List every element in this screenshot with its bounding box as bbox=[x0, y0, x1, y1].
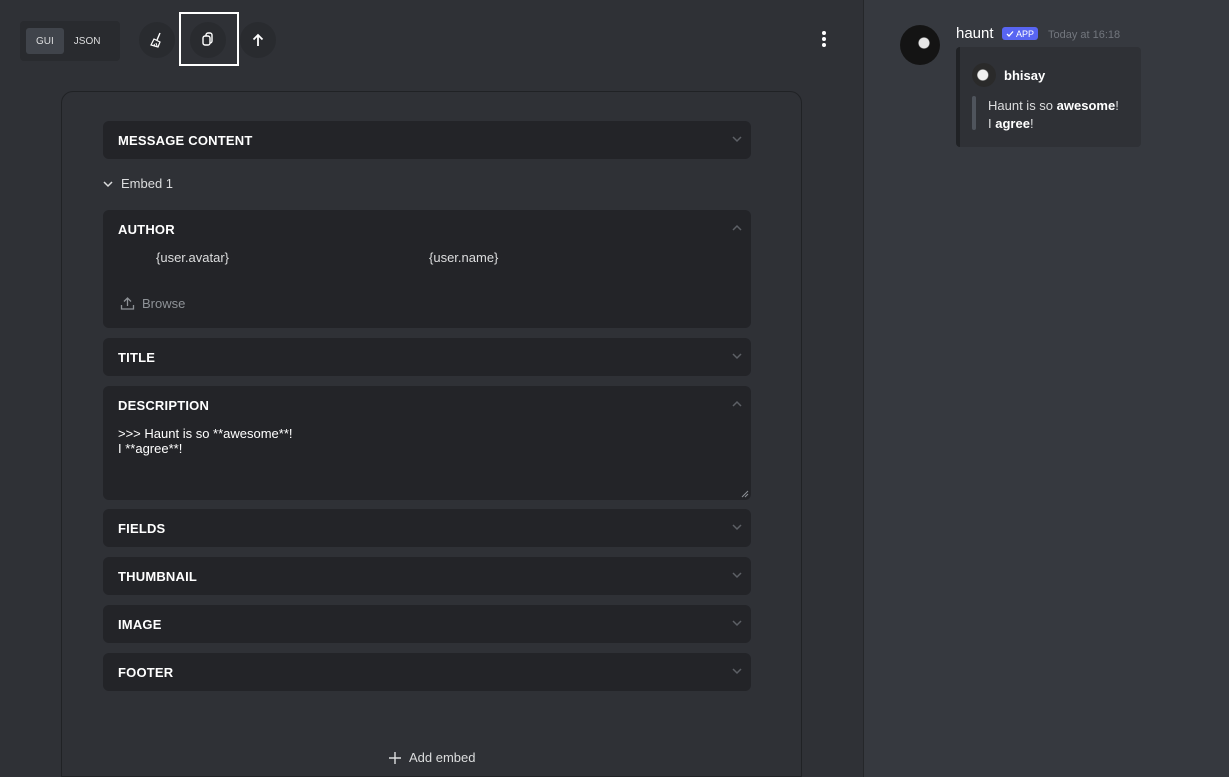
upload-icon bbox=[120, 297, 135, 310]
chevron-down-icon bbox=[103, 180, 113, 187]
section-title: THUMBNAIL bbox=[118, 569, 198, 584]
chevron-up-icon[interactable] bbox=[731, 222, 743, 234]
embed-toggle[interactable]: Embed 1 bbox=[103, 176, 173, 191]
chevron-down-icon bbox=[732, 668, 742, 675]
chevron-down-icon bbox=[732, 353, 742, 360]
chevron-down-icon bbox=[732, 572, 742, 579]
message-timestamp: Today at 16:18 bbox=[1048, 29, 1121, 41]
plus-icon bbox=[389, 751, 401, 764]
gui-mode-button[interactable]: GUI bbox=[26, 28, 64, 54]
embed-preview: bhisay Haunt is so awesome! I agree! bbox=[956, 47, 1141, 147]
broom-icon bbox=[150, 32, 161, 48]
arrow-up-icon bbox=[252, 33, 264, 46]
section-message-content[interactable]: MESSAGE CONTENT bbox=[103, 121, 751, 159]
section-title: MESSAGE CONTENT bbox=[118, 133, 253, 148]
section-title[interactable]: DESCRIPTION bbox=[118, 398, 209, 413]
embed-label: Embed 1 bbox=[121, 176, 174, 191]
quote-line-2: I agree! bbox=[988, 116, 1034, 131]
embed-author-avatar bbox=[972, 63, 996, 87]
description-textarea[interactable]: >>> Haunt is so **awesome**! I **agree**… bbox=[118, 426, 293, 456]
section-title[interactable]: AUTHOR bbox=[118, 222, 175, 237]
section-footer[interactable]: FOOTER bbox=[103, 653, 751, 691]
browse-button[interactable]: Browse bbox=[120, 296, 185, 311]
section-fields[interactable]: FIELDS bbox=[103, 509, 751, 547]
section-title: FIELDS bbox=[118, 521, 166, 536]
chevron-down-icon bbox=[732, 620, 742, 627]
section-description: DESCRIPTION >>> Haunt is so **awesome**!… bbox=[103, 386, 751, 500]
app-badge-label: APP bbox=[1016, 28, 1035, 39]
copy-button-highlight bbox=[179, 12, 239, 66]
bot-username[interactable]: haunt bbox=[956, 25, 994, 42]
embed-editor-panel: MESSAGE CONTENT Embed 1 AUTHOR {user.ava… bbox=[61, 91, 802, 777]
message-preview: haunt APP Today at 16:18 bhisay Haunt is… bbox=[864, 0, 1229, 777]
mode-toggle: GUI JSON bbox=[20, 21, 120, 61]
section-image[interactable]: IMAGE bbox=[103, 605, 751, 643]
author-icon-input[interactable]: {user.avatar} bbox=[156, 250, 229, 265]
chevron-down-icon bbox=[732, 136, 742, 143]
send-button[interactable] bbox=[240, 22, 276, 58]
embed-editor: GUI JSON MESSAGE CONTENT Embed 1 AUTHOR … bbox=[0, 0, 864, 777]
resize-handle-icon[interactable] bbox=[741, 490, 749, 498]
bot-avatar[interactable] bbox=[900, 25, 940, 65]
section-title-field[interactable]: TITLE bbox=[103, 338, 751, 376]
blockquote-bar bbox=[972, 96, 976, 130]
app-badge: APP bbox=[1002, 27, 1039, 40]
section-title: IMAGE bbox=[118, 617, 162, 632]
section-author: AUTHOR {user.avatar} {user.name} Browse bbox=[103, 210, 751, 328]
check-icon bbox=[1006, 30, 1014, 37]
add-embed-label: Add embed bbox=[409, 750, 476, 765]
author-name-input[interactable]: {user.name} bbox=[429, 250, 498, 265]
json-mode-button[interactable]: JSON bbox=[64, 28, 111, 54]
quote-line-1: Haunt is so awesome! bbox=[988, 98, 1119, 113]
add-embed-button[interactable]: Add embed bbox=[389, 750, 476, 765]
chevron-up-icon[interactable] bbox=[731, 398, 743, 410]
kebab-menu-icon[interactable] bbox=[814, 28, 834, 50]
section-title: FOOTER bbox=[118, 665, 174, 680]
section-thumbnail[interactable]: THUMBNAIL bbox=[103, 557, 751, 595]
embed-author-name: bhisay bbox=[1004, 68, 1046, 83]
section-title: TITLE bbox=[118, 350, 156, 365]
clear-button[interactable] bbox=[139, 22, 175, 58]
embed-description: Haunt is so awesome! I agree! bbox=[988, 97, 1119, 133]
browse-label: Browse bbox=[142, 296, 186, 311]
chevron-down-icon bbox=[732, 524, 742, 531]
